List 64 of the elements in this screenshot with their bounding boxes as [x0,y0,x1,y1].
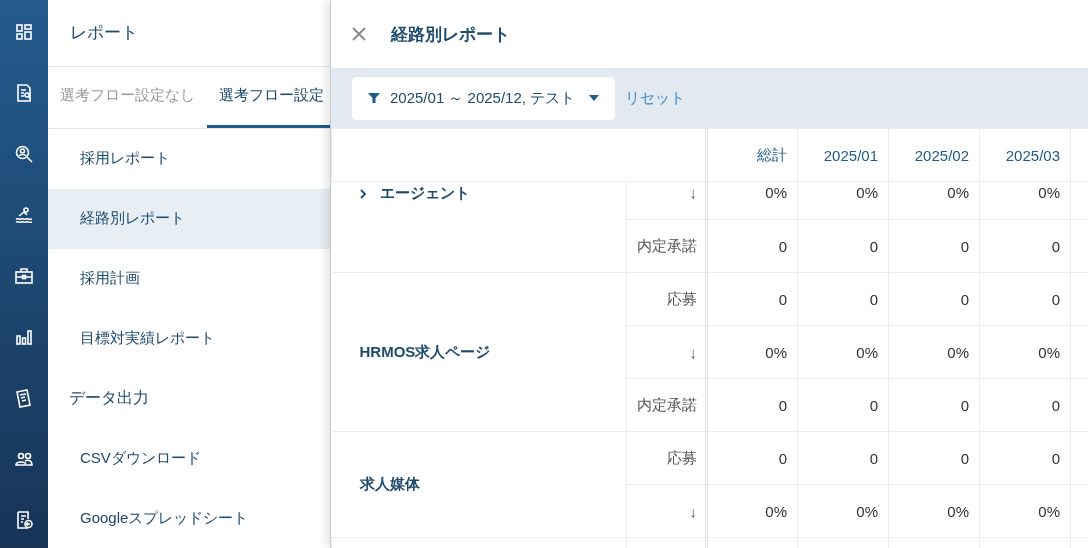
group-label: HRMOS求人ページ [359,342,491,362]
table-cell: 0 [960,290,969,308]
panel-title: 経路別レポート [391,23,510,46]
dashboard-icon[interactable] [14,22,34,42]
metric-label: 内定承諾 [637,236,697,254]
metric-label: ↓ [689,502,697,520]
table-cell: 0 [778,396,787,414]
table-cell: 0 [1051,449,1060,467]
table-cell: 0% [765,343,787,361]
table-cell: 0% [765,184,787,201]
table-cell: 0 [1051,396,1060,414]
table-cell: 0 [869,449,878,467]
metric-label: 応募 [667,448,697,466]
metric-label: 応募 [667,289,697,307]
menu-item[interactable]: 採用レポート [48,128,330,189]
briefcase-icon[interactable] [14,266,34,286]
table-cell: 0 [1051,290,1060,308]
section-heading: データ出力 [68,387,150,408]
menu-item[interactable]: 経路別レポート [48,188,330,249]
column-header: 総計 [757,145,787,163]
column-header: 2025/02 [914,146,969,164]
table-cell: 0% [1038,184,1060,201]
table-cell: 0 [960,237,969,255]
menu-item[interactable]: 目標対実績レポート [48,308,330,369]
table-cell: 0 [1051,237,1060,255]
table-cell: 0 [960,449,969,467]
column-header: 2025/01 [823,146,878,164]
table-cell: 0 [960,396,969,414]
menu-item[interactable]: Googleスプレッドシート [48,488,330,548]
metric-label: 内定承諾 [637,395,697,413]
table-cell: 0 [869,237,878,255]
group-label: 求人媒体 [359,475,420,494]
table-cell: 0% [947,184,969,201]
table-cell: 0 [869,290,878,308]
document-search-icon[interactable] [14,83,34,103]
caret-icon [589,95,600,101]
table-cell: 0% [856,184,878,201]
bar-chart-icon[interactable] [14,327,34,347]
table-cell: 0% [1038,343,1060,361]
table-cell: 0% [856,343,878,361]
metric-label: ↓ [689,343,697,361]
documents-icon[interactable] [14,388,34,408]
group-label: エージェント [379,184,470,203]
table-cell: 0% [947,502,969,520]
document-add-icon[interactable] [14,510,34,530]
table-cell: 0% [856,502,878,520]
person-search-icon[interactable] [14,144,34,164]
menu-title: レポート [48,0,330,67]
metric-label: ↓ [689,184,697,201]
table-cell: 0% [765,502,787,520]
table-cell: 0% [947,343,969,361]
filter-dropdown[interactable]: 2025/01 ～ 2025/12, テスト [352,76,616,120]
menu-item[interactable]: CSVダウンロード [48,428,330,489]
table-cell: 0 [778,449,787,467]
menu-item[interactable]: 採用計画 [48,248,330,309]
chevron-icon[interactable] [359,188,366,199]
swimmer-icon[interactable] [14,205,34,225]
column-header: 2025/03 [1005,146,1060,164]
table-cell: 0 [869,396,878,414]
filter-icon [368,92,380,104]
close-icon[interactable] [351,26,367,42]
table-cell: 0 [778,290,787,308]
table-cell: 0% [1038,502,1060,520]
table-cell: 0 [778,237,787,255]
